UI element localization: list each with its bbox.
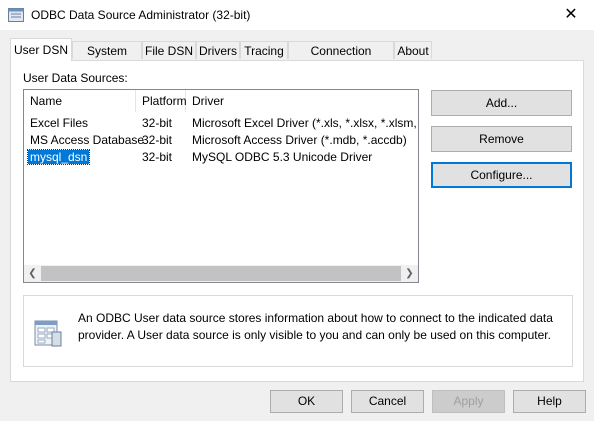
- odbc-app-icon: [8, 8, 24, 22]
- row-driver: MySQL ODBC 5.3 Unicode Driver: [192, 150, 373, 164]
- tab-tracing[interactable]: Tracing: [240, 41, 288, 59]
- row-driver: Microsoft Excel Driver (*.xls, *.xlsx, *…: [192, 116, 418, 130]
- close-button[interactable]: ✕: [548, 0, 594, 30]
- list-item[interactable]: Excel Files 32-bit Microsoft Excel Drive…: [24, 115, 418, 132]
- tab-drivers[interactable]: Drivers: [196, 41, 240, 59]
- list-header: Name Platform Driver: [24, 90, 418, 112]
- row-platform: 32-bit: [142, 116, 173, 130]
- data-sources-list[interactable]: Name Platform Driver Excel Files 32-bit …: [23, 89, 419, 283]
- info-text: An ODBC User data source stores informat…: [78, 311, 553, 342]
- horizontal-scrollbar[interactable]: ❮ ❯: [24, 265, 418, 282]
- cancel-button[interactable]: Cancel: [351, 390, 424, 413]
- list-item[interactable]: MS Access Database 32-bit Microsoft Acce…: [24, 132, 418, 149]
- row-platform: 32-bit: [142, 150, 173, 164]
- configure-button[interactable]: Configure...: [431, 162, 572, 188]
- column-header-driver[interactable]: Driver: [186, 90, 418, 112]
- row-name: Excel Files: [30, 116, 89, 130]
- tab-panel-user-dsn: User Data Sources: Name Platform Driver …: [10, 60, 584, 382]
- row-name: mysql_dsn: [26, 149, 91, 165]
- scrollbar-thumb[interactable]: [41, 266, 401, 281]
- scroll-left-icon[interactable]: ❮: [24, 265, 41, 282]
- column-header-name[interactable]: Name: [24, 90, 136, 112]
- add-button[interactable]: Add...: [431, 90, 572, 116]
- list-item-selected[interactable]: mysql_dsn 32-bit MySQL ODBC 5.3 Unicode …: [24, 149, 418, 166]
- row-name: MS Access Database: [30, 133, 145, 147]
- tab-connection-pooling[interactable]: Connection Pooling: [288, 41, 394, 76]
- row-driver: Microsoft Access Driver (*.mdb, *.accdb): [192, 133, 407, 147]
- tab-file-dsn[interactable]: File DSN: [142, 41, 196, 59]
- remove-button[interactable]: Remove: [431, 126, 572, 152]
- apply-button[interactable]: Apply: [432, 390, 505, 413]
- title-bar: ODBC Data Source Administrator (32-bit) …: [0, 0, 594, 30]
- info-box: An ODBC User data source stores informat…: [23, 295, 573, 367]
- user-data-sources-label: User Data Sources:: [23, 71, 128, 85]
- row-platform: 32-bit: [142, 133, 173, 147]
- scroll-right-icon[interactable]: ❯: [401, 265, 418, 282]
- column-header-platform[interactable]: Platform: [136, 90, 187, 112]
- help-button[interactable]: Help: [513, 390, 586, 413]
- data-source-icon: [34, 320, 62, 347]
- window-title: ODBC Data Source Administrator (32-bit): [31, 8, 251, 22]
- tab-about[interactable]: About: [394, 41, 432, 59]
- tab-user-dsn[interactable]: User DSN: [10, 38, 72, 61]
- tab-system-dsn[interactable]: System DSN: [72, 41, 142, 76]
- ok-button[interactable]: OK: [270, 390, 343, 413]
